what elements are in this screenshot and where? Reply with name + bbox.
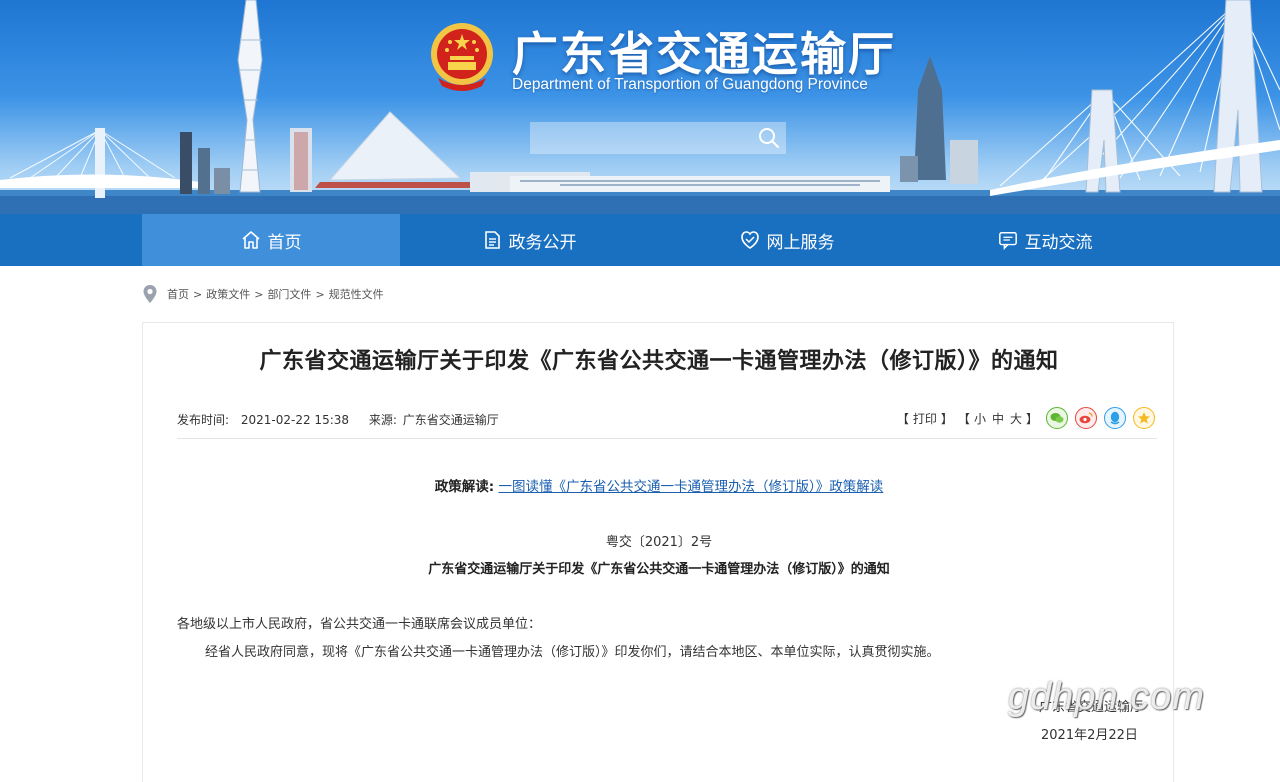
breadcrumb-separator: > bbox=[315, 287, 325, 301]
publish-time-label: 发布时间: bbox=[177, 413, 230, 427]
document-sign-date: 2021年2月22日 bbox=[1041, 728, 1138, 743]
main-nav: 首页 政务公开 网上服务 互动交流 bbox=[0, 214, 1280, 266]
home-icon bbox=[241, 230, 261, 250]
wechat-share-button[interactable] bbox=[1046, 407, 1068, 429]
publish-time: 2021-02-22 15:38 bbox=[240, 413, 350, 427]
nav-item-label: 网上服务 bbox=[766, 232, 835, 253]
font-size-large-button[interactable]: 大 bbox=[1010, 410, 1022, 427]
breadcrumb-link-home[interactable]: 首页 bbox=[167, 286, 189, 302]
breadcrumb-separator: > bbox=[193, 287, 203, 301]
nav-item-label: 政务公开 bbox=[508, 232, 577, 253]
qq-icon bbox=[1110, 411, 1120, 425]
nav-item-government-affairs[interactable]: 政务公开 bbox=[400, 214, 658, 266]
document-body-paragraph: 经省人民政府同意，现将《广东省公共交通一卡通管理办法（修订版）》印发你们，请结合… bbox=[205, 645, 940, 660]
qzone-icon bbox=[1138, 412, 1150, 424]
search-icon bbox=[759, 128, 780, 149]
wechat-icon bbox=[1050, 413, 1064, 423]
site-subtitle: Department of Transportion of Guangdong … bbox=[512, 76, 868, 93]
search-button[interactable] bbox=[752, 122, 786, 154]
site-title: 广东省交通运输厅 bbox=[512, 27, 896, 81]
weibo-icon bbox=[1079, 412, 1093, 424]
document-number: 粤交〔2021〕2号 bbox=[605, 535, 713, 550]
document-title: 广东省交通运输厅关于印发《广东省公共交通一卡通管理办法（修订版）》的通知 bbox=[428, 562, 890, 577]
nav-item-interaction[interactable]: 互动交流 bbox=[916, 214, 1174, 266]
document-icon bbox=[482, 230, 502, 250]
breadcrumb-link-policy-docs[interactable]: 政策文件 bbox=[206, 286, 250, 302]
policy-interpretation-label: 政策解读: bbox=[434, 479, 495, 495]
national-emblem-icon bbox=[431, 23, 493, 91]
chat-icon bbox=[998, 230, 1018, 250]
font-size-small-button[interactable]: 小 bbox=[974, 410, 986, 427]
qzone-share-button[interactable] bbox=[1133, 407, 1155, 429]
policy-interpretation-link[interactable]: 一图读懂《广东省公共交通一卡通管理办法（修订版）》政策解读 bbox=[498, 479, 883, 495]
breadcrumb-link-department-docs[interactable]: 部门文件 bbox=[267, 286, 311, 302]
source-label: 来源: bbox=[368, 413, 397, 427]
search-input[interactable] bbox=[530, 122, 752, 154]
document-addressee: 各地级以上市人民政府，省公共交通一卡通联席会议成员单位： bbox=[177, 617, 542, 632]
source-value: 广东省交通运输厅 bbox=[402, 413, 499, 427]
print-button[interactable]: 打印 bbox=[913, 410, 937, 427]
location-pin-icon bbox=[143, 285, 157, 303]
breadcrumb-separator: > bbox=[254, 287, 264, 301]
article-tools: 【打印】 【 小 中 大 】 bbox=[896, 407, 1155, 429]
nav-item-label: 互动交流 bbox=[1024, 232, 1093, 253]
font-size-medium-button[interactable]: 中 bbox=[992, 410, 1004, 427]
breadcrumb-link-normative-docs[interactable]: 规范性文件 bbox=[329, 286, 384, 302]
nav-item-label: 首页 bbox=[267, 232, 302, 253]
policy-interpretation: 政策解读: 一图读懂《广东省公共交通一卡通管理办法（修订版）》政策解读 bbox=[143, 475, 1175, 495]
article-meta: 发布时间: 2021-02-22 15:38 来源: 广东省交通运输厅 bbox=[177, 411, 501, 428]
nav-item-home[interactable]: 首页 bbox=[142, 214, 400, 266]
breadcrumb: 首页 > 政策文件 > 部门文件 > 规范性文件 bbox=[142, 284, 384, 304]
qq-share-button[interactable] bbox=[1104, 407, 1126, 429]
site-watermark: gdhpn.com bbox=[1008, 676, 1206, 718]
article-title: 广东省交通运输厅关于印发《广东省公共交通一卡通管理办法（修订版）》的通知 bbox=[259, 349, 1059, 374]
service-icon bbox=[740, 230, 760, 250]
search-bar bbox=[530, 122, 786, 154]
meta-divider bbox=[177, 438, 1157, 439]
nav-item-online-service[interactable]: 网上服务 bbox=[658, 214, 916, 266]
header-banner: 广东省交通运输厅 Department of Transportion of G… bbox=[0, 0, 1280, 214]
weibo-share-button[interactable] bbox=[1075, 407, 1097, 429]
